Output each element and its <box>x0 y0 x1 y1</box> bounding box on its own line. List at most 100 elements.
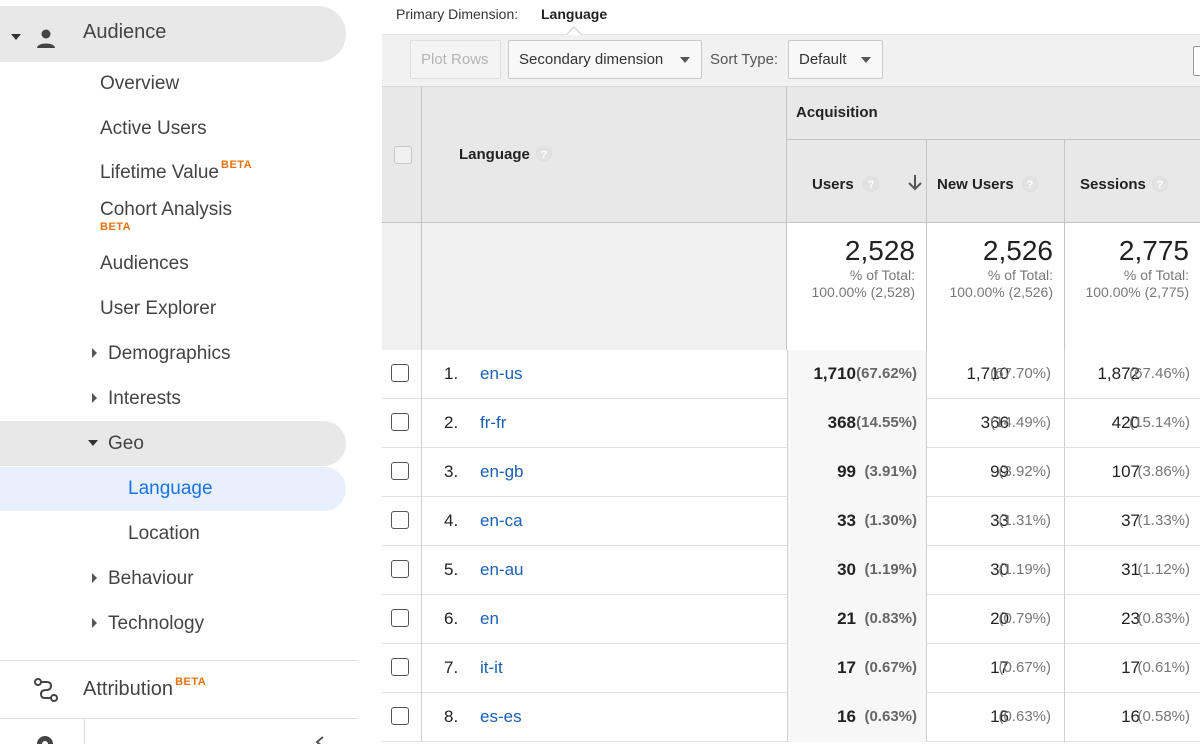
row-checkbox[interactable] <box>391 609 409 627</box>
language-link[interactable]: en-us <box>480 364 523 384</box>
row-checkbox[interactable] <box>391 560 409 578</box>
row-checkbox[interactable] <box>391 364 409 382</box>
language-link[interactable]: fr-fr <box>480 413 506 433</box>
new-users-total-percent: % of Total: 100.00% (2,526) <box>949 267 1053 301</box>
sidebar-item-active-users[interactable]: Active Users <box>100 118 207 140</box>
users-cell: 99 (3.91%) <box>787 448 927 497</box>
sidebar-item-lifetime-value[interactable]: Lifetime Value BETA <box>100 159 253 184</box>
row-checkbox[interactable] <box>391 511 409 529</box>
language-link[interactable]: it-it <box>480 658 503 678</box>
new-users-percent: (3.92%) <box>998 463 1051 480</box>
table-row: 5. en-au 30 (1.19%) 30 (1.19%) 31 (1.12%) <box>382 546 1200 595</box>
row-checkbox-cell <box>382 497 422 546</box>
sidebar-item-behaviour[interactable]: Behaviour <box>108 568 194 590</box>
sidebar-item-label: Audiences <box>100 253 189 274</box>
sidebar-item-attribution[interactable]: Attribution BETA <box>83 676 206 701</box>
help-icon[interactable]: ? <box>863 176 879 192</box>
help-icon[interactable]: ? <box>1152 176 1168 192</box>
toolbar-button-edge[interactable] <box>1193 46 1200 76</box>
users-percent: (0.63%) <box>864 708 917 725</box>
new-users-percent: (14.49%) <box>990 414 1051 431</box>
sidebar-item-label: Technology <box>108 613 205 634</box>
users-value: 368 <box>827 413 856 432</box>
sessions-percent: (0.61%) <box>1137 659 1190 676</box>
chevron-left-icon[interactable] <box>314 736 326 744</box>
sidebar-item-location[interactable]: Location <box>128 523 200 545</box>
sidebar-item-label: Interests <box>108 388 181 409</box>
row-checkbox-cell <box>382 595 422 644</box>
sidebar-item-interests[interactable]: Interests <box>108 388 181 410</box>
plot-rows-button[interactable]: Plot Rows <box>410 40 501 79</box>
dimension-header: Language ? <box>382 87 787 222</box>
row-checkbox[interactable] <box>391 413 409 431</box>
table-row: 8. es-es 16 (0.63%) 16 (0.63%) 16 (0.58%) <box>382 693 1200 742</box>
new-users-cell: 17 (0.67%) <box>927 644 1065 693</box>
sessions-total-cell: 2,775 % of Total: 100.00% (2,775) <box>1065 223 1200 350</box>
users-total-cell: 2,528 % of Total: 100.00% (2,528) <box>787 223 927 350</box>
beta-badge: BETA <box>221 159 253 171</box>
caret-down-icon <box>88 440 98 446</box>
sessions-percent: (0.83%) <box>1137 610 1190 627</box>
acquisition-group-header: Acquisition <box>787 87 1200 140</box>
primary-dimension-value[interactable]: Language <box>541 6 607 22</box>
sidebar-item-label: Active Users <box>100 118 207 139</box>
help-icon[interactable]: ? <box>536 146 552 162</box>
secondary-dimension-dropdown[interactable]: Secondary dimension <box>508 40 702 79</box>
sidebar-item-demographics[interactable]: Demographics <box>108 343 231 365</box>
gear-icon[interactable] <box>33 732 57 744</box>
language-link[interactable]: es-es <box>480 707 522 727</box>
sidebar-item-technology[interactable]: Technology <box>108 613 204 635</box>
sidebar-section-audience[interactable]: Audience <box>0 6 346 62</box>
sort-type-dropdown[interactable]: Default <box>788 40 883 79</box>
totals-label-cell <box>382 223 787 350</box>
sidebar-item-user-explorer[interactable]: User Explorer <box>100 298 216 320</box>
divider <box>0 718 358 719</box>
sidebar-item-cohort-analysis[interactable]: Cohort Analysis <box>100 199 232 221</box>
row-index: 7. <box>444 658 459 677</box>
users-column-header[interactable]: Users ? <box>787 140 927 222</box>
sidebar-item-geo-label: Geo <box>108 433 144 454</box>
row-checkbox[interactable] <box>391 658 409 676</box>
beta-badge: BETA <box>100 221 132 233</box>
sessions-column-header[interactable]: Sessions ? <box>1065 140 1200 222</box>
percent-of-total-detail: 100.00% (2,775) <box>1085 284 1189 300</box>
sidebar-item-geo[interactable] <box>0 421 346 466</box>
sidebar-item-overview[interactable]: Overview <box>100 73 179 95</box>
row-index: 4. <box>444 511 459 530</box>
language-link[interactable]: en-gb <box>480 462 523 482</box>
sidebar-item-audiences[interactable]: Audiences <box>100 253 189 275</box>
language-link[interactable]: en-ca <box>480 511 523 531</box>
language-link[interactable]: en <box>480 609 499 629</box>
percent-of-total-detail: 100.00% (2,526) <box>949 284 1053 300</box>
divider <box>84 719 85 744</box>
sessions-percent: (15.14%) <box>1129 414 1190 431</box>
select-all-checkbox[interactable] <box>394 146 412 164</box>
sessions-percent: (1.33%) <box>1137 512 1190 529</box>
users-percent: (1.30%) <box>864 512 917 529</box>
sessions-cell: 107 (3.86%) <box>1065 448 1200 497</box>
table-row: 2. fr-fr 368 (14.55%) 366 (14.49%) 420 (15.14%) <box>382 399 1200 448</box>
totals-checkbox-cell <box>382 223 422 350</box>
new-users-cell: 1,710 (67.70%) <box>927 350 1065 399</box>
language-column-header[interactable]: Language <box>459 146 530 163</box>
primary-dimension-label: Primary Dimension: <box>396 6 519 22</box>
sessions-percent: (1.12%) <box>1137 561 1190 578</box>
row-checkbox-cell <box>382 399 422 448</box>
new-users-percent: (0.63%) <box>998 708 1051 725</box>
sidebar-item-label: User Explorer <box>100 298 217 319</box>
help-icon[interactable]: ? <box>1022 176 1038 192</box>
new-users-cell: 30 (1.19%) <box>927 546 1065 595</box>
sort-descending-icon[interactable] <box>907 174 923 192</box>
row-checkbox[interactable] <box>391 707 409 725</box>
language-link[interactable]: en-au <box>480 560 523 580</box>
sessions-percent: (67.46%) <box>1129 365 1190 382</box>
caret-right-icon <box>92 573 97 583</box>
sessions-percent: (3.86%) <box>1137 463 1190 480</box>
row-checkbox[interactable] <box>391 462 409 480</box>
sidebar-item-label: Attribution <box>83 678 174 700</box>
sessions-value: 107 <box>1111 462 1140 481</box>
users-cell: 21 (0.83%) <box>787 595 927 644</box>
users-value: 17 <box>837 658 856 677</box>
sidebar-section-label: Audience <box>83 21 167 43</box>
new-users-column-header[interactable]: New Users ? <box>927 140 1065 222</box>
